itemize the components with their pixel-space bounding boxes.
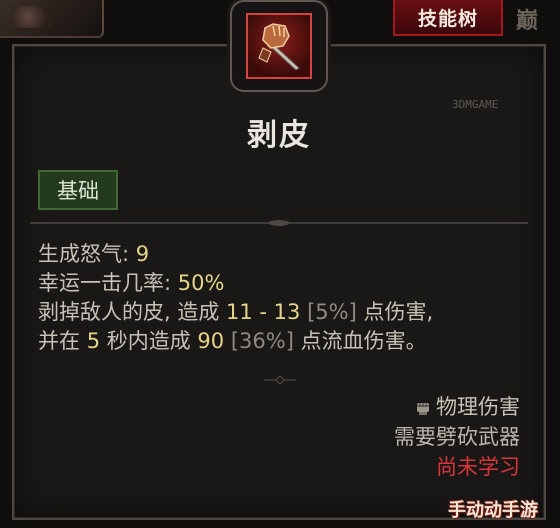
bleed-bracket: [36%]	[224, 329, 294, 353]
fury-label: 生成怒气:	[38, 242, 136, 266]
watermark-logo: 手动动手游	[448, 500, 538, 521]
fist-icon	[417, 403, 429, 415]
skill-stats: 生成怒气: 9 幸运一击几率: 50% 剥掉敌人的皮, 造成 11 - 13 […	[38, 240, 518, 356]
gauntlet-dagger-icon	[246, 13, 312, 79]
ornate-divider	[30, 220, 528, 226]
skill-icon-frame	[230, 0, 328, 92]
lucky-hit-value: 50%	[177, 271, 225, 295]
damage-type-line: 物理伤害	[394, 392, 520, 422]
fury-line: 生成怒气: 9	[38, 240, 518, 269]
duration-value: 5	[86, 329, 101, 353]
fury-value: 9	[135, 242, 150, 266]
damage-bracket: [5%]	[300, 300, 357, 324]
desc-text: 并在	[38, 329, 87, 353]
skill-category-badge: 基础	[38, 170, 118, 210]
description-line-2: 并在 5 秒内造成 90 [36%] 点流血伤害。	[38, 327, 518, 356]
skill-tree-tab[interactable]: 技能树	[393, 0, 503, 36]
damage-type: 物理伤害	[436, 395, 520, 419]
lucky-hit-label: 幸运一击几率:	[38, 271, 178, 295]
skill-name: 剥皮	[247, 118, 311, 153]
description-line-1: 剥掉敌人的皮, 造成 11 - 13 [5%] 点伤害,	[38, 298, 518, 327]
weapon-requirement: 需要劈砍武器	[394, 425, 520, 449]
desc-text: 点伤害,	[356, 300, 434, 324]
skill-meta: 物理伤害 需要劈砍武器 尚未学习	[394, 392, 520, 482]
desc-text: 剥掉敌人的皮, 造成	[38, 300, 227, 324]
bleed-value: 90	[197, 329, 225, 353]
desc-text: 点流血伤害。	[293, 329, 427, 353]
small-divider-ornament	[264, 375, 296, 385]
skill-status: 尚未学习	[436, 455, 520, 479]
damage-value: 11 - 13	[226, 300, 301, 324]
desc-text: 秒内造成	[100, 329, 198, 353]
skill-tree-label: 技能树	[417, 7, 478, 30]
corner-skill-thumbnail[interactable]	[0, 0, 104, 38]
partial-tab-label[interactable]: 巅	[516, 2, 560, 36]
lucky-hit-line: 幸运一击几率: 50%	[38, 269, 518, 298]
